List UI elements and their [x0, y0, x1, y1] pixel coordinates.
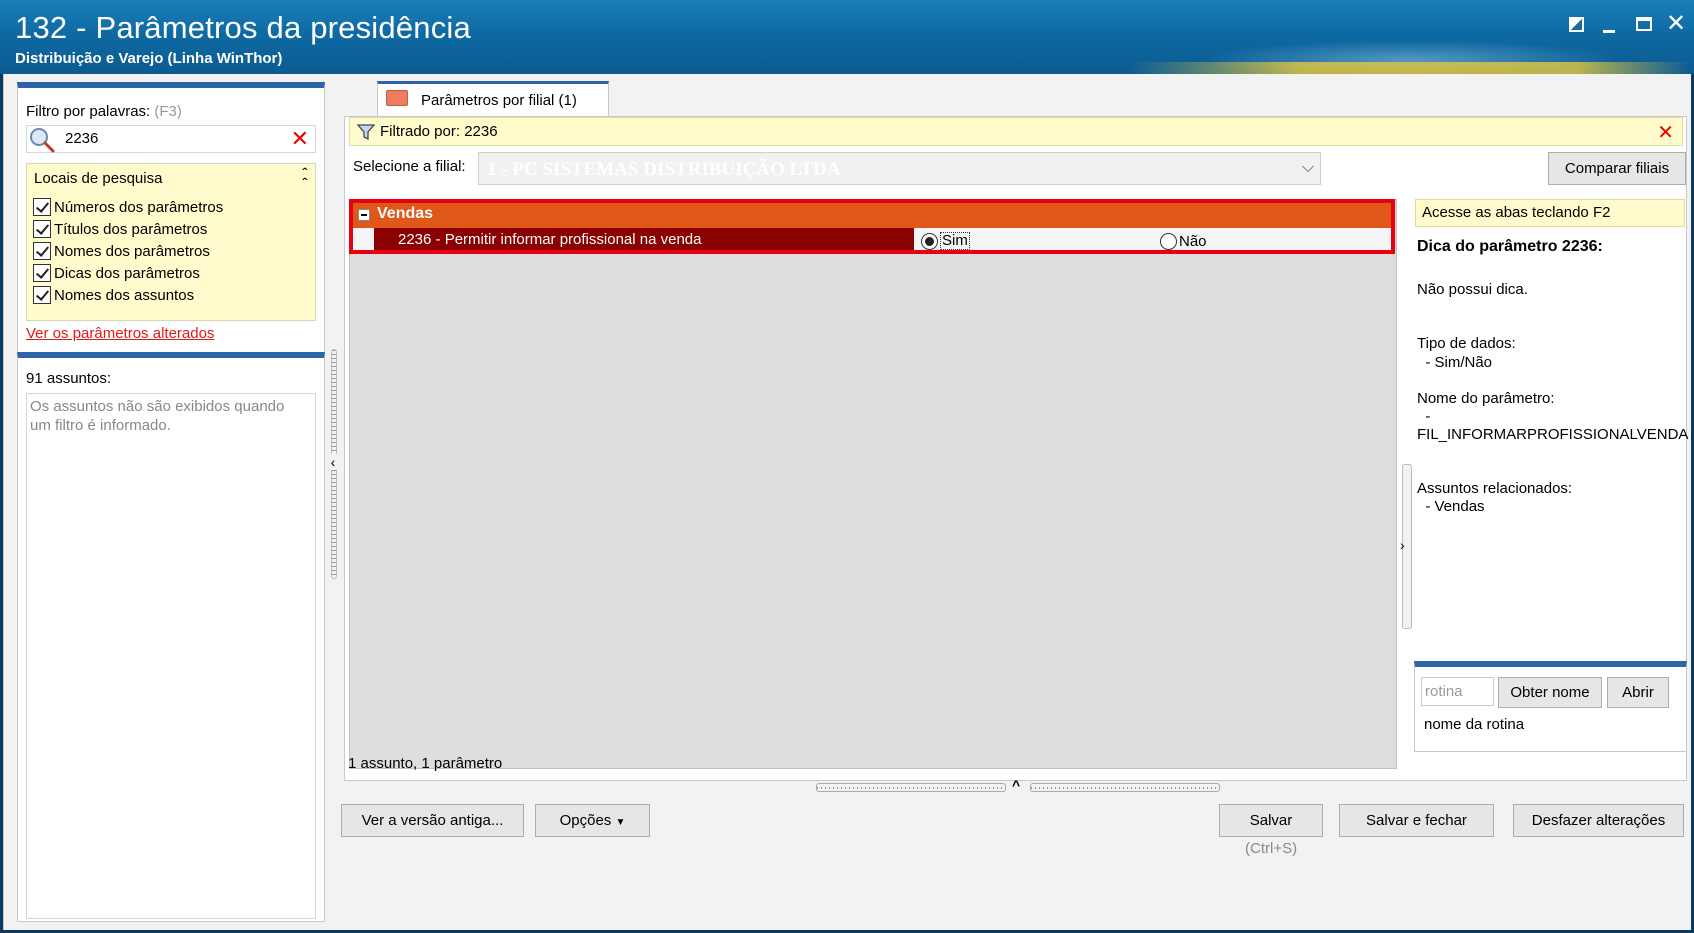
checkbox-titulos[interactable]: Títulos dos parâmetros [33, 218, 207, 240]
save-shortcut: (Ctrl+S) [1245, 840, 1298, 857]
old-version-button[interactable]: Ver a versão antiga... [341, 804, 524, 837]
checkbox-label: Nomes dos parâmetros [54, 242, 210, 260]
main-panel: Filtrado por: 2236 ✕ Selecione a filial:… [344, 116, 1689, 781]
changed-params-link[interactable]: Ver os parâmetros alterados [26, 325, 214, 342]
data-type-value: - Sim/Não [1417, 354, 1493, 371]
dropdown-arrow-icon: ▼ [615, 817, 626, 828]
close-icon[interactable]: ✕ [1662, 12, 1690, 40]
checkbox-checked-icon [33, 220, 51, 238]
subjects-panel: 91 assuntos: Os assuntos não são exibido… [17, 352, 325, 922]
routine-input[interactable]: rotina [1421, 677, 1494, 706]
restore-icon[interactable] [1562, 12, 1590, 40]
filter-info-bar: Filtrado por: 2236 ✕ [349, 117, 1683, 146]
radio-selected-icon [921, 232, 938, 250]
left-splitter[interactable]: ‹ [327, 344, 340, 584]
branch-value: 1 - PC SISTEMAS DISTRIBUIÇÃO LTDA [487, 159, 841, 180]
search-input[interactable]: 2236 ✕ [26, 125, 316, 153]
maximize-icon[interactable] [1630, 12, 1658, 40]
open-button[interactable]: Abrir [1607, 677, 1669, 708]
funnel-icon [357, 124, 375, 141]
chevron-right-icon[interactable]: › [1400, 537, 1405, 553]
checkbox-nomes[interactable]: Nomes dos parâmetros [33, 240, 210, 262]
window-title: 132 - Parâmetros da presidência [15, 10, 471, 45]
branch-select[interactable]: 1 - PC SISTEMAS DISTRIBUIÇÃO LTDA ⌵ [478, 152, 1321, 185]
related-subjects-label: Assuntos relacionados: [1417, 480, 1573, 497]
routine-panel: rotina Obter nome Abrir nome da rotina [1414, 661, 1687, 752]
branch-label: Selecione a filial: [353, 158, 466, 175]
clear-filter-icon[interactable]: ✕ [1657, 120, 1674, 145]
checkbox-label: Dicas dos parâmetros [54, 264, 200, 282]
checkbox-label: Nomes dos assuntos [54, 286, 195, 304]
collapse-icon[interactable]: ˆˆ [302, 166, 307, 190]
checkbox-label: Números dos parâmetros [54, 198, 224, 216]
filter-shortcut: (F3) [154, 103, 182, 120]
window-subtitle: Distribuição e Varejo (Linha WinThor) [15, 50, 283, 67]
tip-title: Dica do parâmetro 2236: [1417, 238, 1603, 255]
table-row[interactable]: 2236 - Permitir informar profissional na… [352, 228, 1394, 252]
checkbox-checked-icon [33, 264, 51, 282]
undo-changes-button[interactable]: Desfazer alterações [1513, 804, 1684, 837]
status-text: 1 assunto, 1 parâmetro [348, 755, 503, 772]
filter-info-text: Filtrado por: 2236 [380, 123, 498, 140]
clear-search-icon[interactable]: ✕ [291, 126, 309, 152]
routine-name-label: nome da rotina [1424, 716, 1525, 733]
checkbox-checked-icon [33, 286, 51, 304]
checkbox-dicas[interactable]: Dicas dos parâmetros [33, 262, 200, 284]
subjects-count: 91 assuntos: [26, 370, 112, 387]
compare-branches-button[interactable]: Comparar filiais [1548, 152, 1686, 185]
options-button[interactable]: Opções ▼ [535, 804, 650, 837]
old-version-label: Ver a versão antiga... [361, 812, 504, 829]
title-bar-decoration-stripe [1130, 62, 1690, 74]
radio-label: Não [1179, 232, 1207, 250]
chevron-up-icon[interactable]: ^ [1012, 777, 1020, 793]
get-name-button[interactable]: Obter nome [1498, 677, 1602, 708]
parameters-grid: Vendas 2236 - Permitir informar profissi… [349, 199, 1397, 769]
checkbox-assuntos[interactable]: Nomes dos assuntos [33, 284, 194, 306]
subjects-list[interactable]: Os assuntos não são exibidos quando um f… [26, 393, 316, 919]
filter-label: Filtro por palavras: (F3) [26, 103, 182, 120]
checkbox-checked-icon [33, 242, 51, 260]
search-locations-box: Locais de pesquisa ˆˆ Números dos parâme… [26, 163, 316, 321]
param-name-label: Nome do parâmetro: [1417, 390, 1555, 407]
folder-icon [386, 90, 408, 106]
chevron-down-icon: ⌵ [1301, 159, 1314, 176]
splitter-grip [816, 783, 1006, 792]
group-header[interactable]: Vendas [352, 201, 1394, 228]
group-label: Vendas [377, 205, 434, 222]
tip-text: Não possui dica. [1417, 281, 1528, 298]
checkbox-label: Títulos dos parâmetros [54, 220, 208, 238]
client-area: Filtro por palavras: (F3) 2236 ✕ Locais … [3, 74, 1691, 930]
param-name-value: FIL_INFORMARPROFISSIONALVENDA [1417, 426, 1689, 443]
title-bar: 132 - Parâmetros da presidência Distribu… [0, 0, 1694, 74]
radio-label: Sim [940, 232, 970, 250]
related-subjects-value: - Vendas [1417, 498, 1485, 515]
subjects-message: Os assuntos não são exibidos quando um f… [30, 398, 285, 434]
checkbox-numeros[interactable]: Números dos parâmetros [33, 196, 223, 218]
radio-nao[interactable]: Não [1160, 231, 1207, 251]
access-hint: Acesse as abas teclando F2 [1415, 199, 1685, 227]
chevron-left-icon[interactable]: ‹ [327, 454, 339, 470]
data-type-label: Tipo de dados: [1417, 335, 1516, 352]
minimize-icon[interactable] [1595, 12, 1623, 40]
splitter-grip [1030, 783, 1220, 792]
param-name-dash: - [1417, 408, 1431, 425]
radio-unselected-icon [1160, 232, 1177, 250]
filter-label-text: Filtro por palavras: [26, 103, 151, 120]
bottom-splitter[interactable]: ^ [816, 777, 1222, 793]
options-label: Opções [559, 812, 612, 829]
tab-label: Parâmetros por filial (1) [421, 92, 577, 109]
search-value: 2236 [65, 130, 99, 147]
parameter-name: 2236 - Permitir informar profissional na… [374, 228, 914, 252]
save-button[interactable]: Salvar [1219, 804, 1323, 837]
tab-parametros-filial[interactable]: Parâmetros por filial (1) [377, 81, 609, 117]
radio-sim[interactable]: Sim [921, 231, 970, 251]
collapse-group-icon[interactable] [358, 209, 370, 221]
search-locations-title: Locais de pesquisa [34, 170, 163, 187]
filter-panel: Filtro por palavras: (F3) 2236 ✕ Locais … [17, 82, 325, 362]
search-icon [30, 128, 55, 153]
save-close-button[interactable]: Salvar e fechar [1339, 804, 1494, 837]
checkbox-checked-icon [33, 198, 51, 216]
